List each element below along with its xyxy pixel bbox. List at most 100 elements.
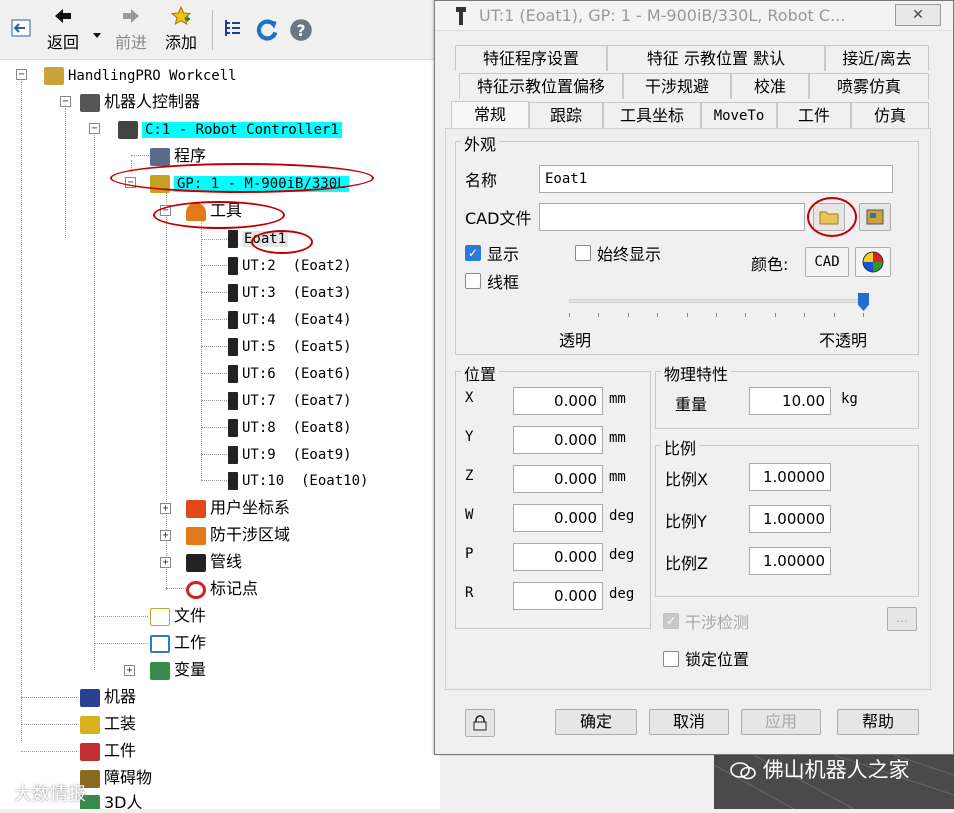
- tree-item-cables[interactable]: 管线: [186, 551, 242, 573]
- tree-item-tool-2[interactable]: UT:2 (Eoat2): [228, 254, 352, 276]
- tab-spray-simulation[interactable]: 喷雾仿真: [809, 73, 929, 99]
- tab-label: 特征 示教位置 默认: [646, 49, 786, 68]
- always-show-checkbox[interactable]: [575, 245, 591, 261]
- tree-item-marker-points[interactable]: 标记点: [186, 578, 258, 600]
- cad-color-button[interactable]: CAD: [805, 247, 849, 277]
- tab-tracking[interactable]: 跟踪: [529, 102, 603, 128]
- tab-simulation[interactable]: 仿真: [851, 102, 929, 128]
- interference-settings-button[interactable]: ...: [887, 607, 917, 631]
- tree-item-tool-7[interactable]: UT:7 (Eoat7): [228, 389, 352, 411]
- position-w-label: W: [465, 507, 474, 523]
- tab-feature-program-settings[interactable]: 特征程序设置: [455, 45, 607, 71]
- tab-tool-frame[interactable]: 工具坐标: [603, 102, 701, 128]
- tree-view-button[interactable]: [220, 6, 244, 56]
- expander-interference-zones[interactable]: +: [160, 530, 171, 541]
- tree-item-interference-zones[interactable]: 防干涉区域: [186, 524, 290, 546]
- lock-icon: [473, 715, 487, 731]
- tab-feature-teach-default[interactable]: 特征 示教位置 默认: [607, 45, 825, 71]
- scale-x-field[interactable]: 1.00000: [749, 463, 831, 491]
- tree-item-parts[interactable]: 工件: [80, 740, 136, 762]
- close-icon: ✕: [912, 7, 924, 23]
- tree-item-tool-3[interactable]: UT:3 (Eoat3): [228, 281, 352, 303]
- expander-controllers[interactable]: −: [60, 96, 71, 107]
- expander-cables[interactable]: +: [160, 557, 171, 568]
- color-picker-button[interactable]: [855, 247, 891, 277]
- tab-interference-avoidance[interactable]: 干涉规避: [623, 73, 731, 99]
- show-label: 显示: [487, 245, 520, 264]
- lock-position-checkbox[interactable]: [663, 651, 679, 667]
- tab-feature-teach-offset[interactable]: 特征示教位置偏移: [459, 73, 623, 99]
- job-icon: [150, 634, 170, 653]
- forward-button[interactable]: 前进: [108, 6, 154, 56]
- apply-button[interactable]: 应用: [741, 709, 821, 735]
- position-x-field[interactable]: 0.000: [513, 387, 603, 415]
- position-y-field[interactable]: 0.000: [513, 426, 603, 454]
- tree-item-tool-4[interactable]: UT:4 (Eoat4): [228, 308, 352, 330]
- tree-line: [21, 724, 77, 725]
- tree-item-tool-5[interactable]: UT:5 (Eoat5): [228, 335, 352, 357]
- expander-controller1[interactable]: −: [89, 123, 100, 134]
- collapse-panel-button[interactable]: [6, 6, 36, 56]
- tab-approach-retreat[interactable]: 接近/离去: [825, 45, 929, 71]
- back-button[interactable]: 返回: [42, 6, 84, 56]
- cad-library-button[interactable]: [859, 203, 891, 231]
- tree-item-workcell[interactable]: HandlingPRO Workcell: [44, 64, 237, 86]
- opacity-slider-track[interactable]: [569, 299, 863, 303]
- cancel-button[interactable]: 取消: [649, 709, 729, 735]
- tab-moveto[interactable]: MoveTo: [701, 102, 777, 128]
- tool-properties-dialog: UT:1 (Eoat1), GP: 1 - M-900iB/330L, Robo…: [434, 0, 954, 755]
- position-z-field[interactable]: 0.000: [513, 465, 603, 493]
- position-p-field[interactable]: 0.000: [513, 543, 603, 571]
- tab-general[interactable]: 常规: [451, 101, 529, 129]
- position-y-label: Y: [465, 429, 474, 445]
- tool-item-label: UT:10 (Eoat10): [242, 473, 369, 489]
- cad-file-label: CAD文件: [465, 209, 532, 228]
- tab-calibration[interactable]: 校准: [731, 73, 809, 99]
- scale-y-field[interactable]: 1.00000: [749, 505, 831, 533]
- expander-workcell[interactable]: −: [16, 69, 27, 80]
- tree-item-machines[interactable]: 机器: [80, 686, 136, 708]
- tree-item-tool-9[interactable]: UT:9 (Eoat9): [228, 443, 352, 465]
- files-label: 文件: [174, 606, 207, 625]
- tab-part[interactable]: 工件: [777, 102, 851, 128]
- name-field[interactable]: Eoat1: [539, 165, 893, 193]
- tree-item-tool-6[interactable]: UT:6 (Eoat6): [228, 362, 352, 384]
- wireframe-checkbox[interactable]: [465, 273, 481, 289]
- tool-frame-icon: [228, 256, 238, 275]
- tree-item-robot-controllers[interactable]: 机器人控制器: [80, 91, 200, 113]
- lock-button[interactable]: [465, 709, 495, 737]
- tree-item-variables[interactable]: 变量: [150, 659, 206, 681]
- interference-check-checkbox[interactable]: ✓: [663, 613, 679, 629]
- add-button[interactable]: 添加: [158, 6, 204, 56]
- scale-z-field[interactable]: 1.00000: [749, 547, 831, 575]
- tree-item-files[interactable]: 文件: [150, 605, 206, 627]
- tree-item-user-frames[interactable]: 用户坐标系: [186, 497, 290, 519]
- tree-item-controller1[interactable]: C:1 - Robot Controller1: [118, 118, 342, 140]
- position-w-field[interactable]: 0.000: [513, 504, 603, 532]
- help-button[interactable]: 帮助: [837, 709, 919, 735]
- watermark-left: 大数情报: [14, 784, 86, 805]
- dialog-titlebar[interactable]: UT:1 (Eoat1), GP: 1 - M-900iB/330L, Robo…: [435, 1, 953, 31]
- tool-item-label: UT:3 (Eoat3): [242, 285, 352, 301]
- position-r-field[interactable]: 0.000: [513, 582, 603, 610]
- expander-variables[interactable]: +: [124, 665, 135, 676]
- weight-field[interactable]: 10.00: [749, 387, 831, 415]
- expander-user-frames[interactable]: +: [160, 503, 171, 514]
- help-button-toolbar[interactable]: ?: [288, 6, 314, 56]
- tree-item-tool-10[interactable]: UT:10 (Eoat10): [228, 469, 368, 491]
- tab-label: 特征示教位置偏移: [476, 77, 605, 96]
- ok-button[interactable]: 确定: [555, 709, 637, 735]
- tree-item-fixtures[interactable]: 工装: [80, 713, 136, 735]
- tree-item-tool-8[interactable]: UT:8 (Eoat8): [228, 416, 352, 438]
- cad-file-field[interactable]: [539, 203, 805, 231]
- show-checkbox[interactable]: ✓: [465, 245, 481, 261]
- close-button[interactable]: ✕: [895, 4, 941, 26]
- tree-item-jobs[interactable]: 工作: [150, 632, 206, 654]
- robot-controllers-label: 机器人控制器: [104, 92, 201, 111]
- cable-icon: [186, 553, 206, 572]
- tree-item-humans[interactable]: 3D人: [80, 792, 143, 809]
- tool-item-label: UT:8 (Eoat8): [242, 420, 352, 436]
- refresh-button[interactable]: [254, 6, 280, 56]
- back-dropdown[interactable]: [90, 6, 104, 56]
- tree-item-obstacles[interactable]: 障碍物: [80, 767, 152, 789]
